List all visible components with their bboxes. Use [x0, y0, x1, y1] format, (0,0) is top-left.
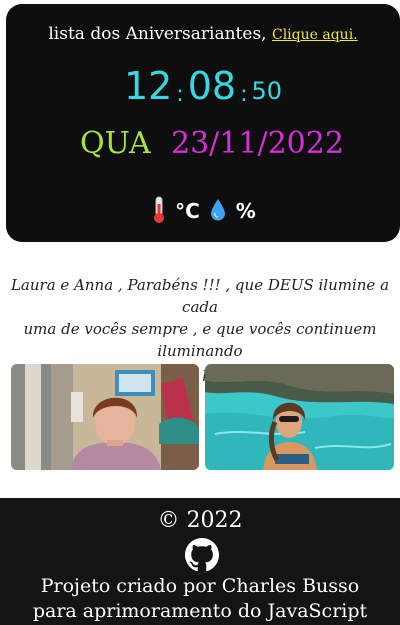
- thermometer-icon: [152, 196, 166, 229]
- copyright: © 2022: [157, 508, 243, 533]
- clock-separator: :: [176, 82, 184, 107]
- birthday-list-text: lista dos Aniversariantes,: [48, 24, 267, 44]
- birthday-photo-anna: [205, 364, 394, 470]
- clock-seconds: 50: [251, 77, 283, 105]
- message-line: Laura e Anna , Parabéns !!! , que DEUS i…: [10, 276, 390, 316]
- credit-text: Projeto criado por Charles Busso para ap…: [0, 574, 400, 624]
- clock-minutes: 08: [187, 64, 237, 108]
- credit-line: para aprimoramento do JavaScript: [32, 600, 368, 622]
- birthday-list-link[interactable]: Clique aqui.: [272, 27, 358, 43]
- clock-separator: :: [240, 82, 248, 107]
- humidity-unit: %: [235, 199, 256, 223]
- birthday-list-line: lista dos Aniversariantes, Clique aqui.: [6, 24, 400, 44]
- digital-clock: 12:08:50: [6, 64, 400, 108]
- weekday: QUA: [80, 126, 151, 161]
- weather-row: °C %: [6, 196, 400, 229]
- github-icon[interactable]: [185, 538, 219, 572]
- current-date: 23/11/2022: [171, 126, 344, 161]
- clock-card: lista dos Aniversariantes, Clique aqui. …: [6, 4, 400, 242]
- clock-hours: 12: [123, 64, 173, 108]
- footer: © 2022 Projeto criado por Charles Busso …: [0, 498, 400, 625]
- credit-line: Projeto criado por Charles Busso: [40, 575, 360, 597]
- temperature-unit: °C: [175, 199, 200, 223]
- droplet-icon: [209, 198, 227, 227]
- birthday-photo-laura: [11, 364, 199, 470]
- message-line: uma de vocês sempre , e que vocês contin…: [23, 320, 377, 360]
